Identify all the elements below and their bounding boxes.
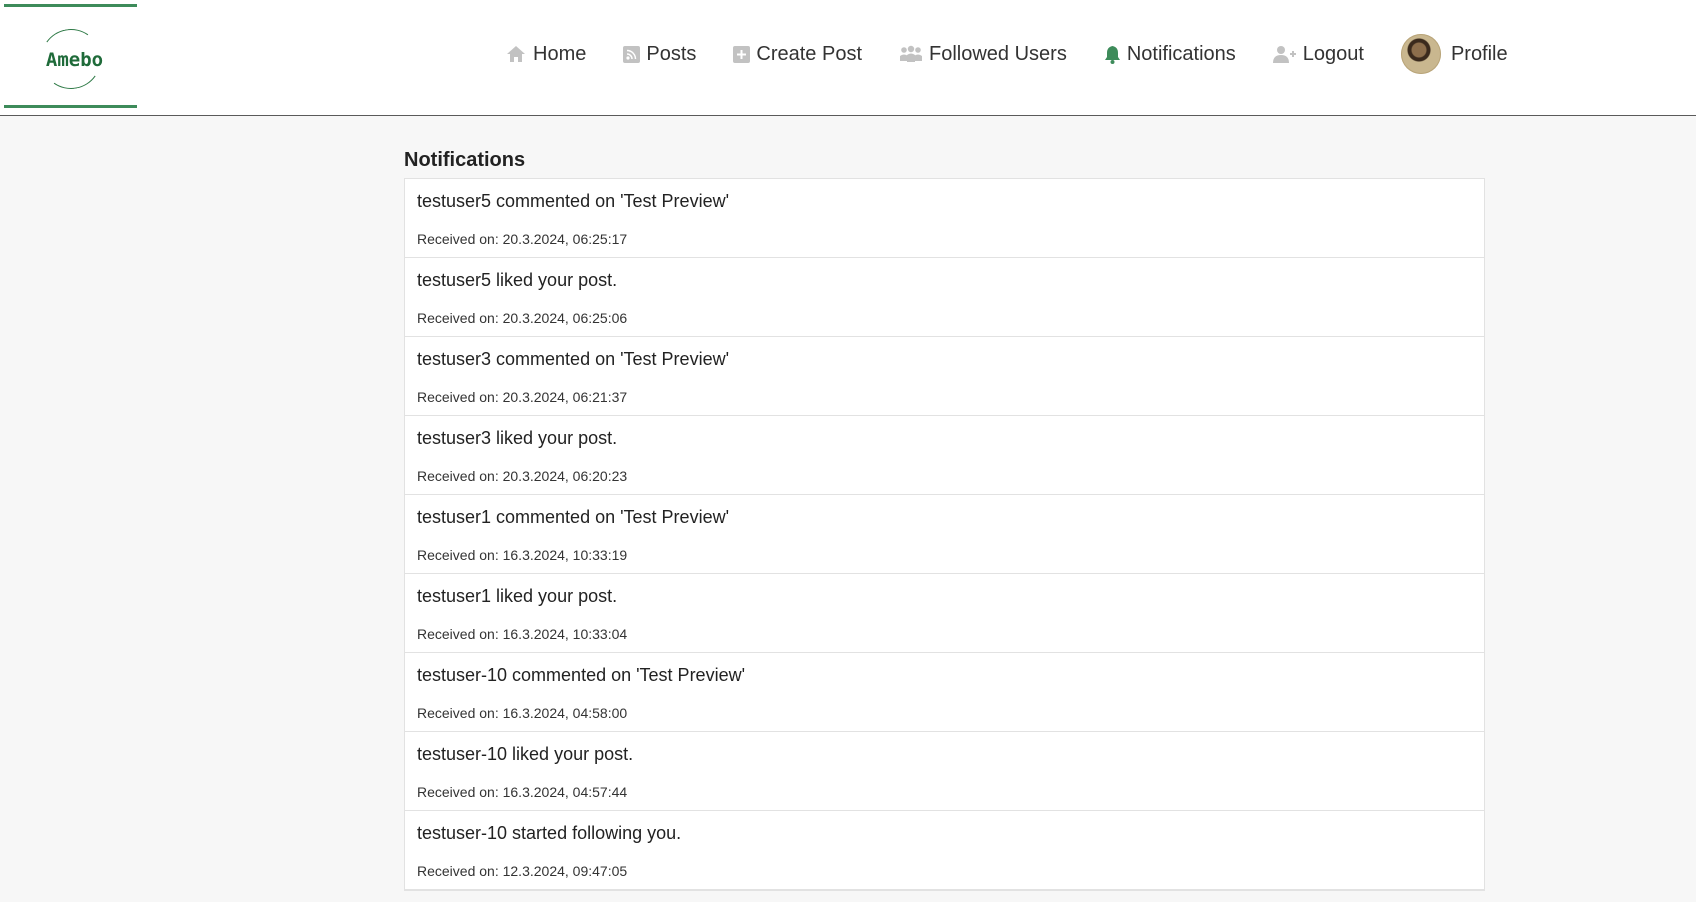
notification-timestamp: Received on: 20.3.2024, 06:25:17 [417, 231, 628, 247]
notification-item[interactable]: testuser3 commented on 'Test Preview' Re… [405, 337, 1484, 416]
notification-item[interactable]: testuser1 liked your post. Received on: … [405, 574, 1484, 653]
notification-timestamp: Received on: 20.3.2024, 06:21:37 [417, 389, 628, 405]
notifications-section: Notifications testuser5 commented on 'Te… [404, 148, 1485, 891]
nav-posts-label: Posts [646, 42, 697, 65]
nav-home-label: Home [533, 42, 587, 65]
users-icon [900, 45, 922, 62]
notification-item[interactable]: testuser3 liked your post. Received on: … [405, 416, 1484, 495]
nav-logout[interactable]: Logout [1272, 42, 1364, 66]
notification-message: testuser1 commented on 'Test Preview' [417, 507, 730, 527]
notification-item[interactable]: testuser-10 liked your post. Received on… [405, 732, 1484, 811]
nav-logout-label: Logout [1302, 42, 1364, 65]
nav-home[interactable]: Home [505, 43, 586, 66]
nav-profile[interactable]: Profile [1400, 34, 1508, 74]
notification-item[interactable]: testuser5 liked your post. Received on: … [405, 258, 1484, 337]
nav-followed-users[interactable]: Followed Users [899, 43, 1067, 66]
home-icon [507, 46, 525, 62]
avatar [1400, 34, 1441, 74]
logo[interactable]: Amebo [4, 4, 137, 108]
notification-timestamp: Received on: 16.3.2024, 04:57:44 [417, 784, 628, 800]
notification-message: testuser3 liked your post. [417, 428, 618, 448]
notification-timestamp: Received on: 20.3.2024, 06:20:23 [417, 468, 628, 484]
nav-create-post[interactable]: Create Post [733, 43, 862, 66]
nav-notifications[interactable]: Notifications [1104, 43, 1236, 66]
notification-message: testuser5 liked your post. [417, 270, 618, 290]
notification-item[interactable]: testuser1 commented on 'Test Preview' Re… [405, 495, 1484, 574]
notification-item[interactable]: testuser-10 commented on 'Test Preview' … [405, 653, 1484, 732]
logo-text: Amebo [45, 49, 104, 71]
notification-message: testuser5 commented on 'Test Preview' [417, 191, 730, 211]
notification-timestamp: Received on: 16.3.2024, 10:33:19 [417, 547, 628, 563]
notification-message: testuser3 commented on 'Test Preview' [417, 349, 730, 369]
rss-icon [623, 45, 641, 63]
notification-item[interactable]: testuser-10 started following you. Recei… [405, 811, 1484, 890]
notification-timestamp: Received on: 12.3.2024, 09:47:05 [417, 863, 628, 879]
top-navbar: Amebo Home Posts Create Post Followed Us… [0, 0, 1696, 116]
bell-icon [1104, 45, 1120, 64]
notification-item[interactable]: testuser5 commented on 'Test Preview' Re… [405, 179, 1484, 258]
nav-followed-users-label: Followed Users [929, 42, 1067, 65]
nav-notifications-label: Notifications [1126, 42, 1236, 65]
nav-posts[interactable]: Posts [623, 43, 696, 66]
page-title: Notifications [404, 149, 526, 171]
plus-square-icon [733, 45, 751, 63]
notification-message: testuser-10 started following you. [417, 823, 682, 843]
main-nav: Home Posts Create Post Followed Users No… [505, 34, 1508, 74]
user-plus-icon [1272, 45, 1296, 63]
notification-timestamp: Received on: 16.3.2024, 04:58:00 [417, 705, 628, 721]
notification-list: testuser5 commented on 'Test Preview' Re… [404, 178, 1485, 891]
nav-profile-label: Profile [1450, 42, 1508, 65]
nav-create-post-label: Create Post [756, 42, 862, 65]
notification-message: testuser1 liked your post. [417, 586, 618, 606]
notification-timestamp: Received on: 20.3.2024, 06:25:06 [417, 310, 628, 326]
notification-message: testuser-10 commented on 'Test Preview' [417, 665, 746, 685]
notification-timestamp: Received on: 16.3.2024, 10:33:04 [417, 626, 628, 642]
notification-message: testuser-10 liked your post. [417, 744, 634, 764]
